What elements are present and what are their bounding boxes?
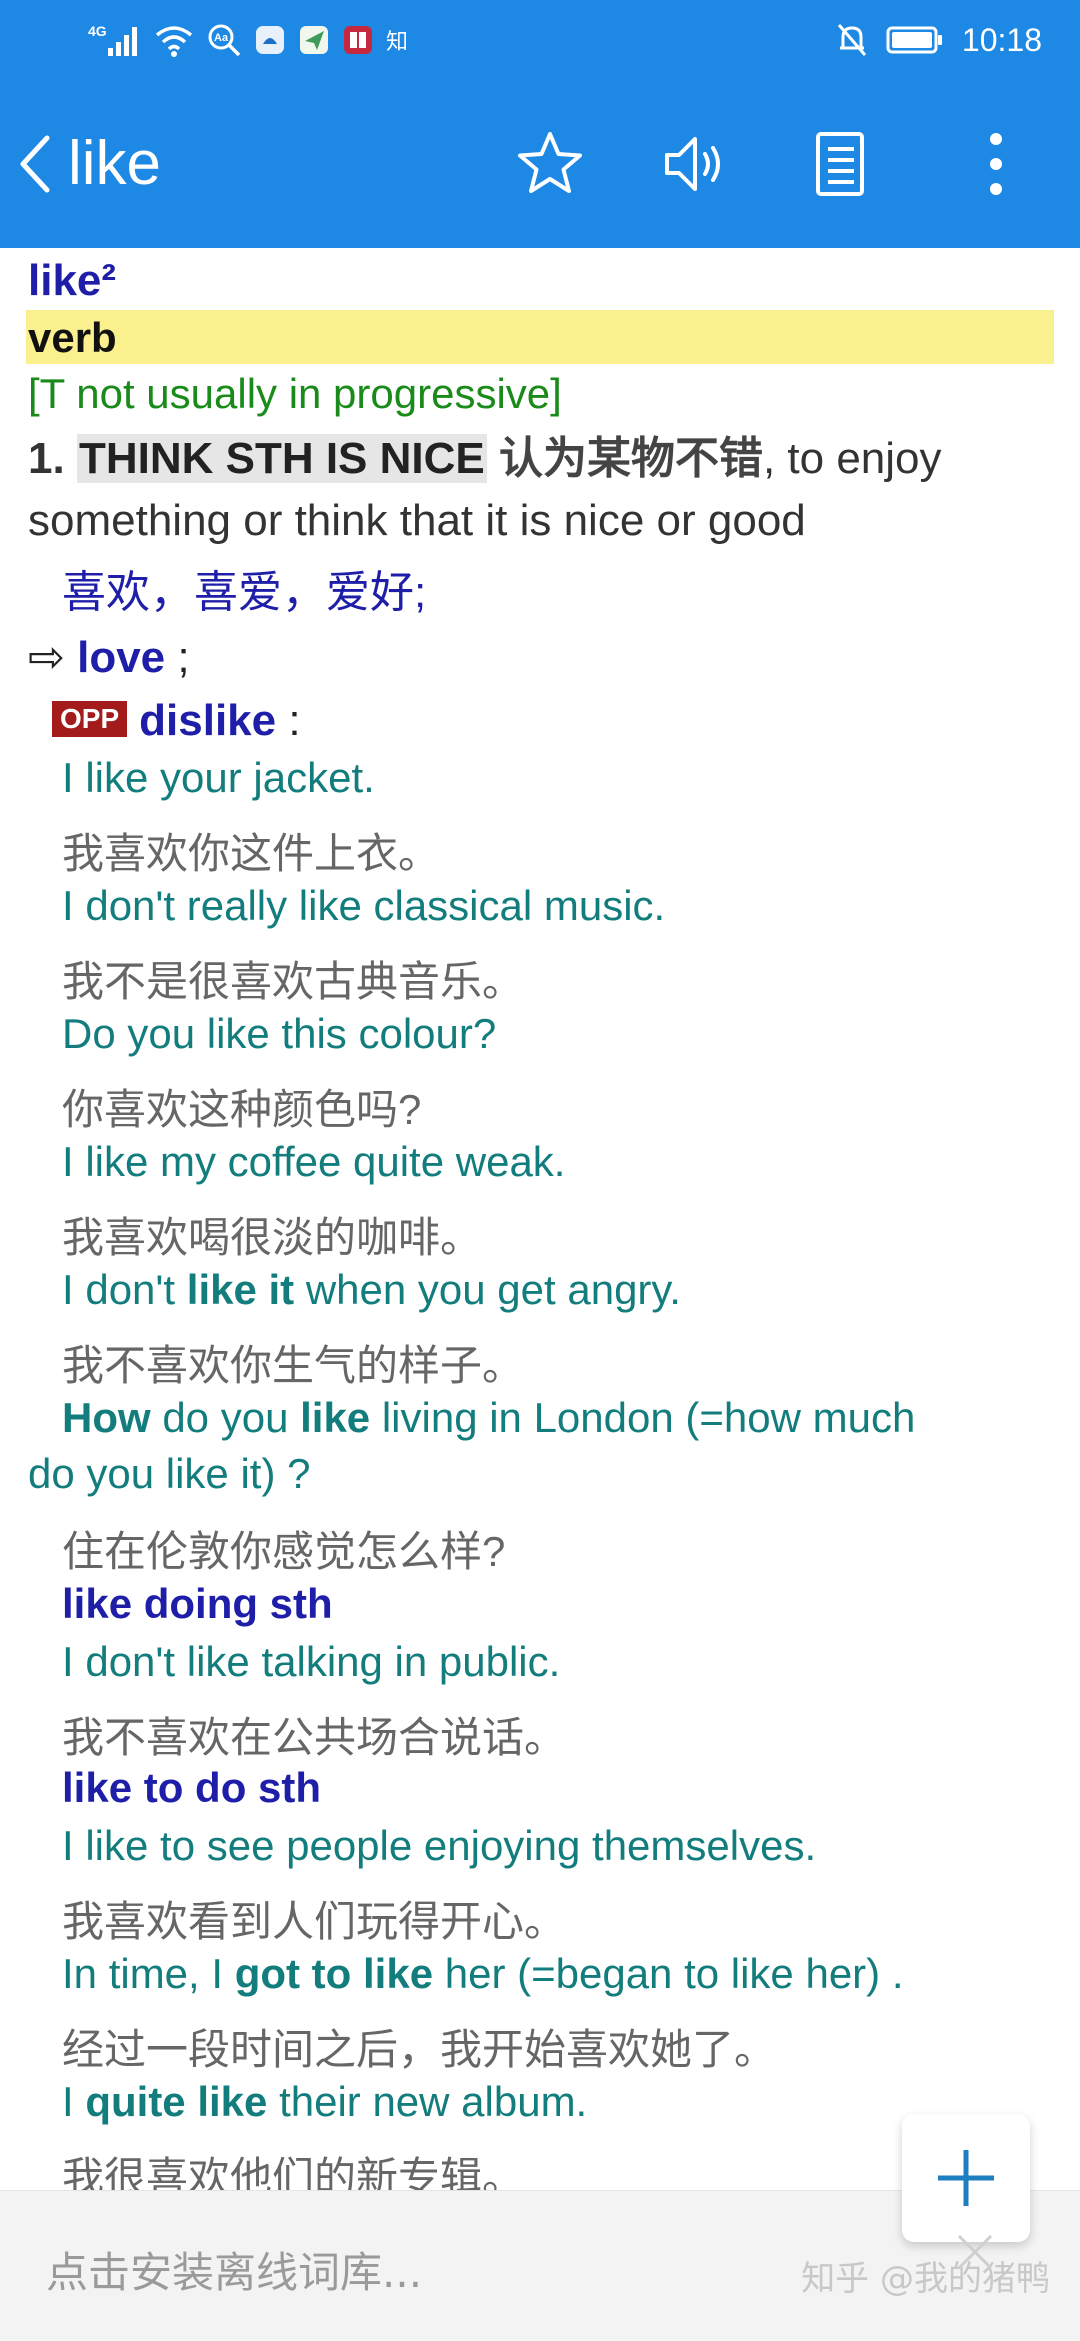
example-zh: 我喜欢看到人们玩得开心。 xyxy=(62,1898,567,1945)
phrase-pattern: like doing sth xyxy=(62,1580,333,1627)
collocation: got to like xyxy=(234,1950,434,1997)
example-en: I like your jacket. xyxy=(62,754,375,801)
example-zh: 我不是很喜欢古典音乐。 xyxy=(62,958,525,1005)
arrow-icon: ⇨ xyxy=(28,633,65,682)
notebook-icon xyxy=(816,132,864,196)
page-title: like xyxy=(68,129,162,198)
close-icon[interactable] xyxy=(955,2232,995,2272)
star-icon xyxy=(518,132,582,193)
battery-icon xyxy=(886,18,944,62)
notebook-button[interactable] xyxy=(802,126,878,202)
opposite-line: OPP dislike : xyxy=(52,696,301,746)
example-en: I don't like it when you get angry. xyxy=(62,1266,681,1313)
synonym-line: ⇨ love ; xyxy=(28,633,190,682)
sense-signpost: THINK STH IS NICE xyxy=(76,434,487,483)
zhihu-icon: 知 xyxy=(386,30,409,55)
example-en: I like my coffee quite weak. xyxy=(62,1138,566,1185)
install-offline-dictionary-link[interactable]: 点击安装离线词库... xyxy=(46,2239,422,2300)
app-bar: like xyxy=(0,80,1080,248)
example-en: I like to see people enjoying themselves… xyxy=(62,1822,817,1869)
synonym-link[interactable]: love xyxy=(77,633,165,682)
add-button[interactable] xyxy=(902,2114,1030,2242)
pos-highlight xyxy=(26,310,1054,364)
example-en: How do you like living in London (=how m… xyxy=(62,1394,916,1441)
collocation: quite like xyxy=(85,2078,268,2125)
dictionary-entry: like² verb [T not usually in progressive… xyxy=(0,248,1080,2190)
phrase-pattern: like to do sth xyxy=(62,1764,322,1811)
book-app-icon xyxy=(342,18,374,62)
example-en: I don't like talking in public. xyxy=(62,1638,561,1685)
headword: like² xyxy=(28,256,117,305)
grammar-note: [T not usually in progressive] xyxy=(28,370,562,417)
back-icon xyxy=(20,135,50,193)
example-en: In time, I got to like her (=began to li… xyxy=(62,1950,904,1997)
example-zh: 我不喜欢在公共场合说话。 xyxy=(62,1714,567,1761)
plus-icon xyxy=(938,2150,994,2206)
watermark: 知乎 @我的猪鸭 xyxy=(801,2259,1050,2299)
more-icon xyxy=(990,133,1002,195)
sense-definition: 1. THINK STH IS NICE 认为某物不错, to enjoy so… xyxy=(28,428,1058,552)
example-en: I quite like their new album. xyxy=(62,2078,588,2125)
sense-number: 1. xyxy=(28,434,65,483)
wifi-icon xyxy=(154,18,194,62)
signal-icon: 4G xyxy=(88,18,142,62)
dictionary-search-icon: Aa xyxy=(206,18,242,62)
status-time: 10:18 xyxy=(961,22,1042,58)
example-en: I don't really like classical music. xyxy=(62,882,666,929)
network-type: 4G xyxy=(88,23,107,39)
speaker-icon xyxy=(665,137,720,191)
example-zh: 我喜欢喝很淡的咖啡。 xyxy=(62,1214,483,1261)
example-zh: 我喜欢你这件上衣。 xyxy=(62,830,441,877)
sense-signpost-zh: 认为某物不错 xyxy=(498,434,763,483)
favorite-button[interactable] xyxy=(512,126,588,202)
example-zh: 我很喜欢他们的新专辑。 xyxy=(62,2154,525,2190)
example-en: Do you like this colour? xyxy=(62,1010,497,1057)
example-en-continued: do you like it) ? xyxy=(28,1450,311,1497)
example-zh: 住在伦敦你感觉怎么样? xyxy=(62,1528,506,1575)
mute-bell-icon xyxy=(836,18,868,62)
send-app-icon xyxy=(298,18,330,62)
pronounce-button[interactable] xyxy=(658,126,734,202)
back-button[interactable] xyxy=(10,124,60,204)
status-bar: 4G Aa 知 10:18 xyxy=(0,0,1080,80)
svg-text:Aa: Aa xyxy=(214,32,229,44)
collocation: like it xyxy=(186,1266,295,1313)
part-of-speech: verb xyxy=(28,314,117,361)
app-notification-icon xyxy=(254,18,286,62)
example-zh: 经过一段时间之后，我开始喜欢她了。 xyxy=(62,2026,777,2073)
more-options-button[interactable] xyxy=(958,126,1034,202)
opp-badge: OPP xyxy=(52,701,128,738)
opposite-link[interactable]: dislike xyxy=(139,696,276,745)
definition-zh: 喜欢，喜爱，爱好; xyxy=(62,568,427,617)
example-zh: 你喜欢这种颜色吗? xyxy=(62,1086,422,1133)
example-zh: 我不喜欢你生气的样子。 xyxy=(62,1342,525,1389)
